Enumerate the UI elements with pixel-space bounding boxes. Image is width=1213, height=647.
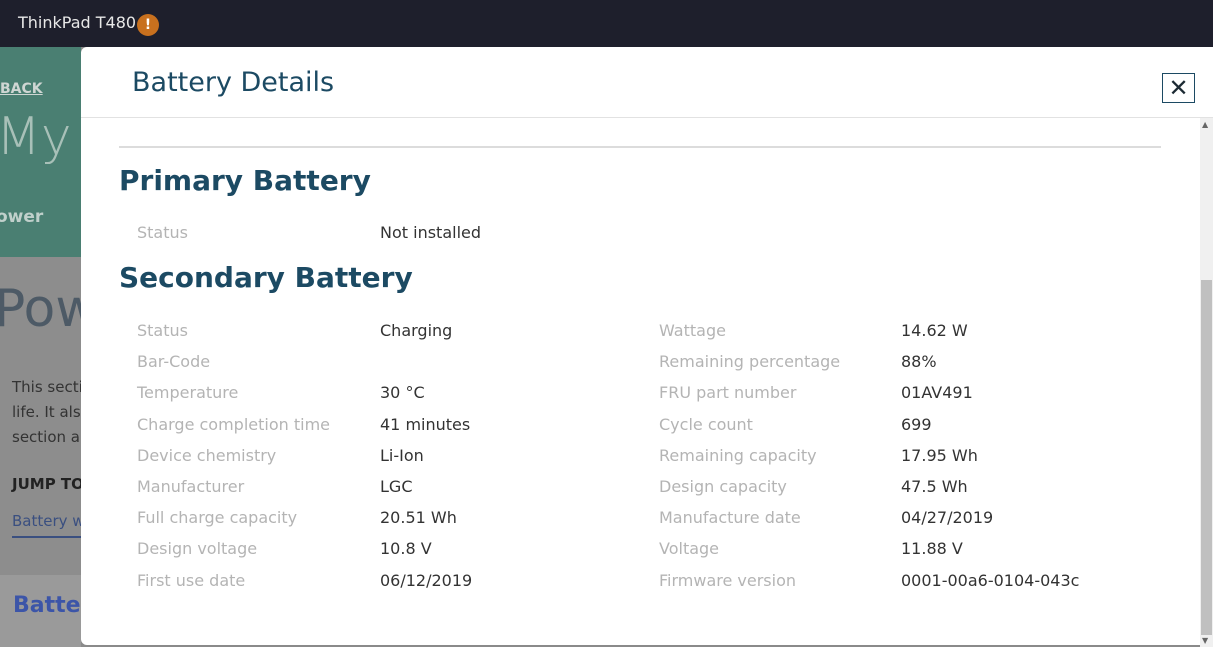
secondary-left-value: 41 minutes — [380, 414, 471, 434]
secondary-right-value: 88% — [901, 352, 937, 372]
secondary-left-label: Device chemistry — [137, 445, 277, 465]
secondary-right-label: Manufacture date — [659, 508, 801, 528]
secondary-left-value: 06/12/2019 — [380, 570, 473, 590]
primary-status-value: Not installed — [380, 223, 482, 242]
secondary-left-value: Charging — [380, 321, 453, 340]
battery-link[interactable]: Battery w — [12, 512, 81, 538]
secondary-left-value: 10.8 V — [380, 539, 432, 559]
header-banner: BACK My S ower — [0, 47, 81, 257]
secondary-left-value: Li-Ion — [380, 445, 424, 465]
secondary-right-value: 04/27/2019 — [901, 508, 994, 528]
secondary-right-label: Remaining percentage — [659, 352, 841, 372]
device-name: ThinkPad T480 — [18, 13, 137, 32]
background-page: BACK My S ower Pow This sectio life. It … — [0, 47, 81, 647]
secondary-right-value: 11.88 V — [901, 539, 963, 559]
secondary-left-label: First use date — [137, 570, 246, 590]
dialog-title: Battery Details — [132, 67, 335, 98]
primary-battery-heading: Primary Battery — [119, 164, 371, 197]
secondary-right-label: Wattage — [659, 321, 726, 340]
secondary-right-value: 0001-00a6-0104-043c — [901, 570, 1080, 590]
secondary-right-value: 01AV491 — [901, 383, 973, 403]
desc-line: section ar — [12, 428, 81, 446]
secondary-right-value: 699 — [901, 414, 932, 434]
scrollbar-thumb[interactable] — [1201, 280, 1212, 635]
battery-section-title: Batter — [13, 593, 81, 618]
page-title: My S — [0, 107, 81, 167]
secondary-left-label: Bar-Code — [137, 352, 211, 372]
secondary-right-label: Voltage — [659, 539, 720, 559]
secondary-battery-heading: Secondary Battery — [119, 261, 413, 294]
close-button[interactable]: ✕ — [1162, 73, 1195, 103]
secondary-left-label: Charge completion time — [137, 414, 330, 434]
secondary-right-label: Firmware version — [659, 570, 797, 590]
desc-line: life. It also — [12, 403, 81, 421]
battery-section: Batter — [0, 575, 81, 647]
desc-line: This sectio — [12, 378, 81, 396]
secondary-left-label: Status — [137, 321, 188, 340]
jump-to-label: JUMP TO — [12, 475, 81, 493]
title-bar: ThinkPad T480 ! — [0, 0, 1213, 47]
scroll-up-icon[interactable]: ▲ — [1202, 120, 1208, 129]
secondary-right-value: 14.62 W — [901, 321, 968, 340]
tab-power[interactable]: ower — [0, 207, 43, 227]
secondary-left-label: Full charge capacity — [137, 508, 298, 528]
secondary-left-value: LGC — [380, 477, 413, 496]
scroll-down-icon[interactable]: ▼ — [1202, 636, 1208, 645]
secondary-left-label: Manufacturer — [137, 477, 245, 496]
secondary-right-label: Cycle count — [659, 414, 753, 434]
secondary-right-label: FRU part number — [659, 383, 797, 403]
secondary-right-value: 47.5 Wh — [901, 477, 968, 496]
back-link[interactable]: BACK — [0, 81, 43, 97]
secondary-left-value: 20.51 Wh — [380, 508, 457, 528]
secondary-right-label: Remaining capacity — [659, 445, 817, 465]
divider — [119, 146, 1161, 148]
secondary-left-value: 30 °C — [380, 383, 425, 403]
battery-details-dialog: Battery Details ✕ Primary Battery Status… — [81, 47, 1213, 645]
section-title: Pow — [0, 279, 81, 339]
section-description: This sectio life. It also section ar — [12, 375, 81, 450]
dialog-header: Battery Details ✕ — [81, 47, 1213, 118]
secondary-left-label: Temperature — [137, 383, 239, 403]
warning-icon[interactable]: ! — [137, 14, 159, 36]
scrollbar[interactable]: ▲ ▼ — [1200, 118, 1213, 647]
secondary-left-label: Design voltage — [137, 539, 258, 559]
primary-status-label: Status — [137, 223, 188, 242]
secondary-right-label: Design capacity — [659, 477, 787, 496]
secondary-right-value: 17.95 Wh — [901, 445, 978, 465]
